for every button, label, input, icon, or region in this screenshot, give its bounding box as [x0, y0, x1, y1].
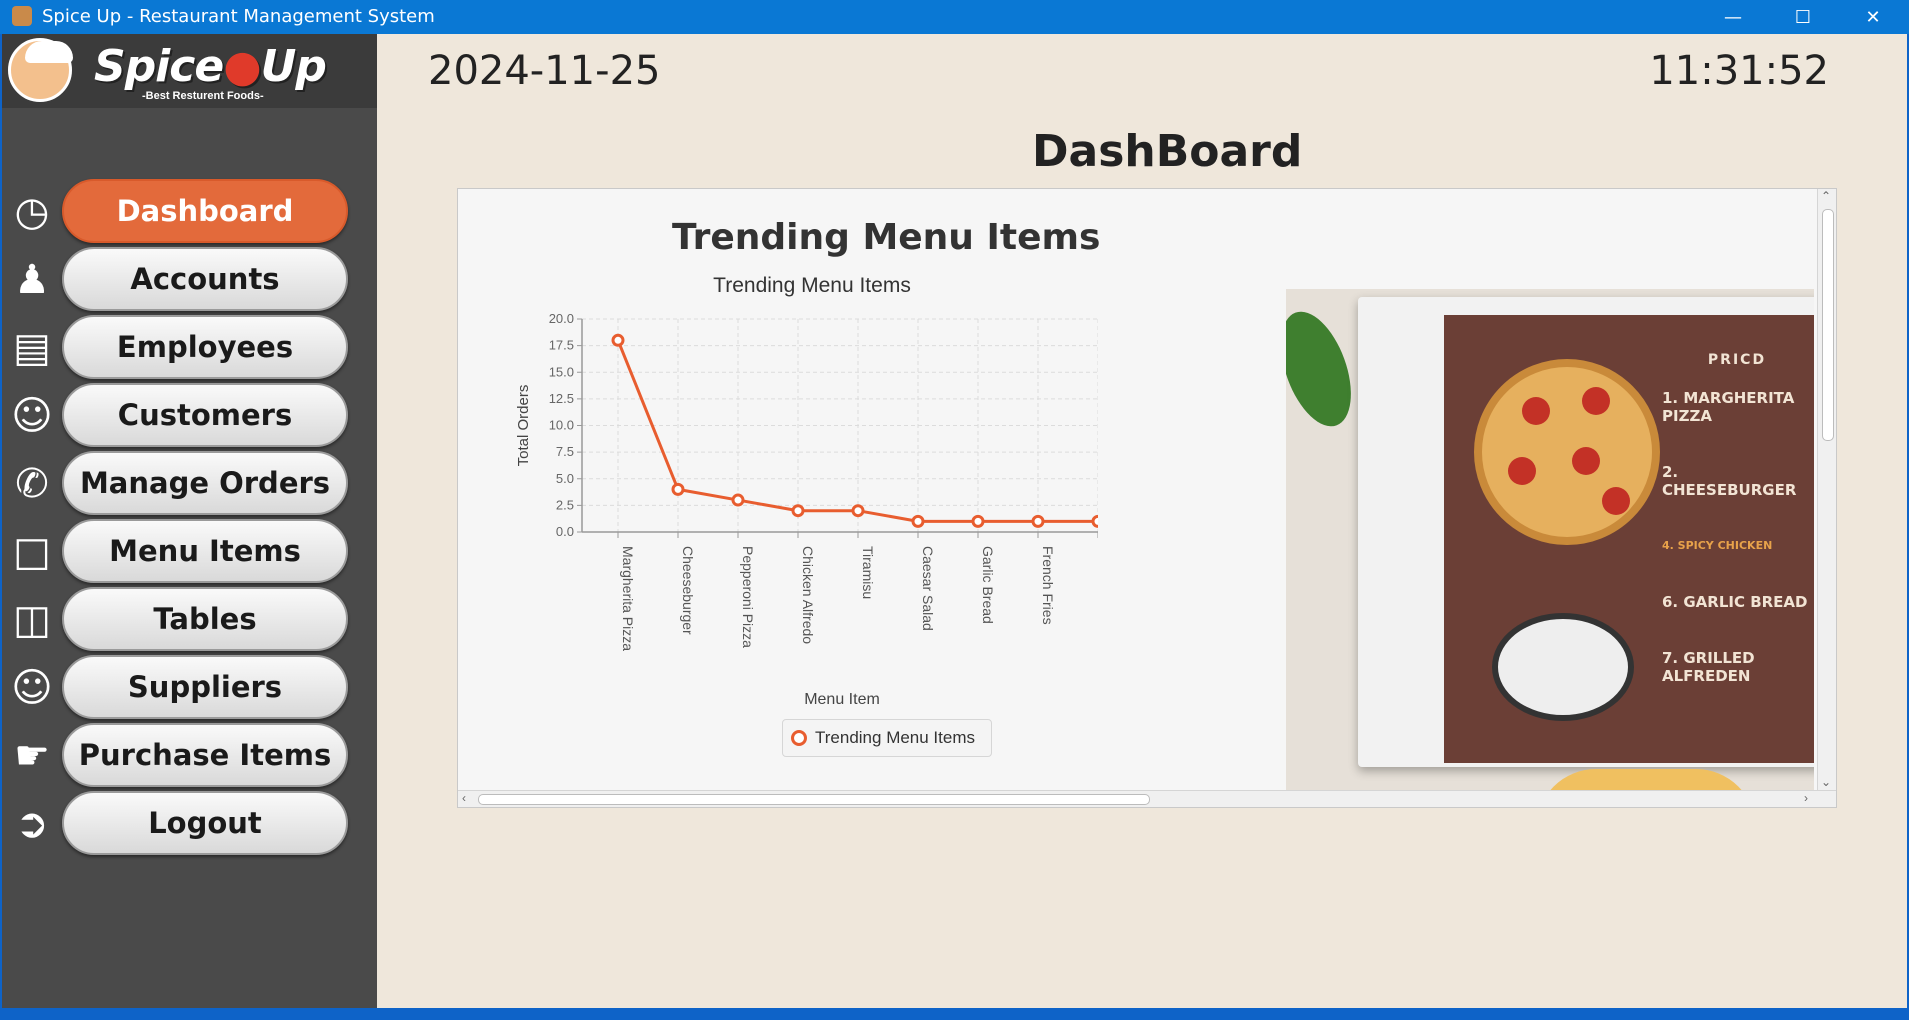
x-tick-label: French Fries: [1040, 546, 1056, 625]
menu-box-icon: □: [13, 529, 51, 575]
y-tick-label: 10.0: [549, 418, 574, 433]
scroll-right-icon[interactable]: ›: [1804, 791, 1808, 805]
maximize-icon[interactable]: ☐: [1774, 0, 1832, 34]
dashboard-panel: Trending Menu Items Trending Menu Items 0…: [457, 188, 1837, 808]
menu-text: PRICD 1. MARGHERITA PIZZA 2. CHEESEBURGE…: [1662, 352, 1808, 685]
y-tick-label: 15.0: [549, 364, 574, 379]
sidebar-item-tables: ◫ Tables: [2, 587, 377, 653]
app-window: Spice●Up -Best Resturent Foods- ◷ Dashboa…: [2, 34, 1907, 1008]
y-tick-label: 0.0: [556, 524, 574, 539]
sidebar-item-dashboard: ◷ Dashboard: [2, 179, 377, 245]
y-tick-label: 5.0: [556, 471, 574, 486]
dashboard-button[interactable]: Dashboard: [62, 179, 348, 243]
legend-label: Trending Menu Items: [815, 728, 975, 747]
brand-name: Spice●Up: [94, 41, 327, 92]
employees-button[interactable]: Employees: [62, 315, 348, 379]
minimize-icon[interactable]: —: [1704, 0, 1762, 34]
y-axis-label: Total Orders: [515, 385, 532, 467]
trending-chart: Trending Menu Items 0.0 2.5 5.0 7.5 10.0 12.5 1…: [515, 274, 1098, 708]
data-point[interactable]: [971, 514, 985, 528]
app-icon: [12, 6, 32, 26]
x-tick-label: Cheeseburger: [680, 546, 696, 635]
sidebar-item-customers: ☺ Customers: [2, 383, 377, 449]
y-tick-label: 17.5: [549, 338, 574, 353]
page-title: DashBoard: [1032, 126, 1303, 177]
horizontal-scroll-thumb[interactable]: [478, 794, 1150, 805]
phone-order-icon: ✆: [15, 461, 49, 507]
panel-title: Trending Menu Items: [672, 217, 1101, 258]
menu-items-button[interactable]: Menu Items: [62, 519, 348, 583]
data-point[interactable]: [911, 514, 925, 528]
basil-leaf: [1286, 302, 1365, 436]
x-axis-label: Menu Item: [804, 691, 880, 708]
window-title: Spice Up - Restaurant Management System: [42, 6, 435, 27]
sidebar-item-accounts: ♟ Accounts: [2, 247, 377, 313]
scroll-left-icon[interactable]: ‹: [462, 791, 466, 805]
data-point[interactable]: [611, 333, 625, 347]
vertical-scroll-thumb[interactable]: [1822, 209, 1834, 441]
x-tick-label: Garlic Bread: [980, 546, 996, 624]
purchase-card-icon: ☛: [14, 733, 50, 779]
suppliers-button[interactable]: Suppliers: [62, 655, 348, 719]
sidebar-item-manage-orders: ✆ Manage Orders: [2, 451, 377, 517]
sidebar-item-purchase-items: ☛ Purchase Items: [2, 723, 377, 789]
legend-marker: [791, 730, 807, 746]
sidebar: Spice●Up -Best Resturent Foods- ◷ Dashboa…: [2, 34, 377, 1008]
tables-button[interactable]: Tables: [62, 587, 348, 651]
sidebar-item-menu-items: □ Menu Items: [2, 519, 377, 585]
data-point[interactable]: [671, 482, 685, 496]
chart-title: Trending Menu Items: [713, 274, 911, 297]
customer-icon: ☺: [11, 393, 53, 439]
chart-legend: Trending Menu Items: [782, 719, 992, 757]
data-point[interactable]: [1031, 514, 1045, 528]
logo-area: Spice●Up -Best Resturent Foods-: [2, 34, 377, 108]
y-tick-label: 12.5: [549, 391, 574, 406]
purchase-items-button[interactable]: Purchase Items: [62, 723, 348, 787]
logout-button[interactable]: Logout: [62, 791, 348, 855]
current-date: 2024-11-25: [428, 48, 661, 94]
accounts-button[interactable]: Accounts: [62, 247, 348, 311]
table-icon: ◫: [13, 597, 51, 643]
y-tick-label: 20.0: [549, 311, 574, 326]
scroll-down-icon[interactable]: ⌄: [1821, 775, 1831, 789]
taskbar: [0, 1008, 1909, 1020]
employee-badge-icon: ▤: [13, 325, 51, 371]
x-tick-label: Chicken Alfredo: [800, 546, 816, 644]
y-tick-label: 7.5: [556, 444, 574, 459]
menu-photo: PRICD 1. MARGHERITA PIZZA 2. CHEESEBURGE…: [1286, 289, 1814, 807]
x-tick-label: Pepperoni Pizza: [740, 546, 756, 648]
logout-icon: ➲: [15, 801, 49, 847]
sidebar-item-logout: ➲ Logout: [2, 791, 377, 857]
pasta-plate: [1492, 613, 1634, 721]
horizontal-scrollbar[interactable]: ‹ ›: [458, 790, 1836, 807]
data-point[interactable]: [791, 504, 805, 518]
data-point[interactable]: [851, 504, 865, 518]
user-account-icon: ♟: [14, 257, 50, 303]
chef-logo: [8, 38, 73, 102]
scroll-up-icon[interactable]: ⌃: [1821, 189, 1831, 203]
pizza-image: [1474, 359, 1660, 545]
x-tick-label: Caesar Salad: [920, 546, 936, 631]
data-point[interactable]: [1091, 514, 1098, 528]
close-icon[interactable]: ✕: [1844, 0, 1902, 34]
x-tick-label: Margherita Pizza: [620, 546, 636, 651]
title-bar: Spice Up - Restaurant Management System …: [0, 0, 1909, 34]
vertical-scrollbar[interactable]: ⌃ ⌄: [1817, 189, 1836, 793]
brand-tagline: -Best Resturent Foods-: [142, 90, 264, 102]
data-point[interactable]: [731, 493, 745, 507]
supplier-icon: ☺: [11, 665, 53, 711]
sidebar-item-suppliers: ☺ Suppliers: [2, 655, 377, 721]
manage-orders-button[interactable]: Manage Orders: [62, 451, 348, 515]
customers-button[interactable]: Customers: [62, 383, 348, 447]
speedometer-icon: ◷: [14, 189, 50, 235]
current-time: 11:31:52: [1649, 48, 1829, 94]
x-tick-label: Tiramisu: [860, 546, 876, 599]
sidebar-item-employees: ▤ Employees: [2, 315, 377, 381]
y-tick-label: 2.5: [556, 497, 574, 512]
